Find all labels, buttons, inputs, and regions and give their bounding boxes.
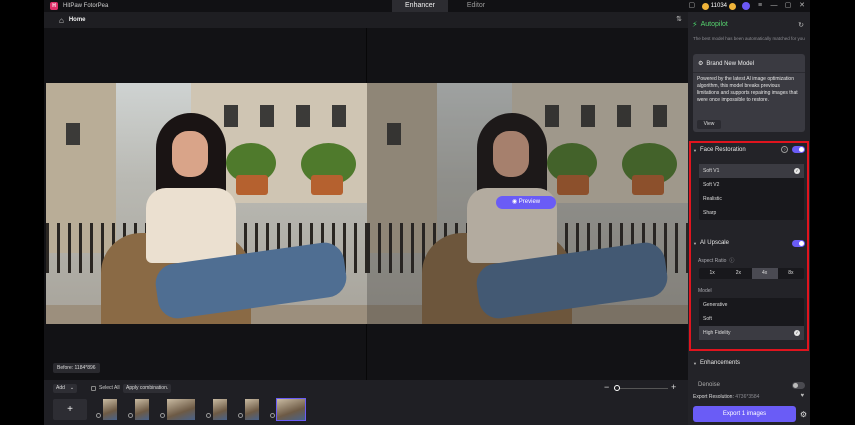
zoom-in-button[interactable]: + [671,383,676,392]
denoise-row: Denoise [698,382,720,388]
thumbnail[interactable] [206,399,227,420]
model-card-title: Brand New Model [706,60,755,67]
thumbnail-checkbox[interactable] [96,413,101,418]
zoom-control: − + [604,383,678,394]
home-label[interactable]: Home [69,17,86,23]
enhancements-header[interactable]: ▼ Enhancements [693,360,740,366]
before-image [46,83,367,324]
refresh-icon[interactable]: ↻ [798,21,804,29]
home-icon[interactable]: ⌂ [59,16,64,25]
thumbnail-checkbox[interactable] [128,413,133,418]
thumbnail-image [213,399,227,420]
app-title: HitPaw FotorPea [63,3,109,9]
zoom-slider[interactable] [618,388,668,389]
before-resolution-badge: Before: 1184*896 [53,363,100,373]
maximize-icon[interactable]: ▢ [784,2,792,10]
add-image-tile[interactable]: + [53,399,87,420]
denoise-label: Denoise [698,382,721,388]
thumbnail-image [103,399,117,420]
screen-icon[interactable]: ▢ [688,2,696,10]
model-card-header: ⚙ Brand New Model [698,60,755,68]
new-model-card: ⚙ Brand New Model Powered by the latest … [693,54,805,132]
title-bar-actions: ▢ 11034 ≡ — ▢ ✕ [688,0,806,12]
denoise-toggle[interactable] [792,382,805,389]
preview-label: Preview [518,199,541,205]
close-icon[interactable]: ✕ [798,2,806,10]
app-logo: H [50,2,58,10]
mode-tabs: Enhancer Editor [392,0,504,12]
caret-down-icon: ▼ [693,360,697,366]
enhancements-title: Enhancements [699,360,740,366]
thumbnail[interactable] [96,399,117,420]
credits-value: 11034 [710,3,727,9]
thumbnail-image [276,398,306,421]
thumbnail-image [245,399,259,420]
thumbnail[interactable] [238,399,259,420]
zoom-slider-thumb[interactable] [614,385,620,391]
thumbnail-checkbox[interactable] [206,413,211,418]
tab-enhancer[interactable]: Enhancer [392,0,448,12]
thumbnail-checkbox[interactable] [160,413,165,418]
thumbnail-image [135,399,149,420]
heart-icon[interactable]: ♥ [800,393,804,399]
add-button[interactable]: Add ⌄ [53,384,78,393]
thumbnail-checkbox[interactable] [270,413,275,418]
thumbnail-strip: + [53,398,316,421]
select-all-label: Select All [99,385,120,391]
autopilot-description: The best model has been automatically ma… [693,36,805,41]
title-bar: H HitPaw FotorPea Enhancer Editor ▢ 1103… [44,0,810,12]
add-credits-icon[interactable] [729,2,736,10]
zoom-out-button[interactable]: − [604,383,609,392]
add-label: Add [56,385,65,391]
thumbnail[interactable] [160,399,195,420]
menu-icon[interactable]: ≡ [756,2,764,10]
image-canvas[interactable]: ◉ Preview Before: 1184*896 [44,28,688,380]
tab-editor[interactable]: Editor [448,0,504,12]
thumbnail-checkbox[interactable] [238,413,243,418]
settings-panel: ⚡ Autopilot ↻ The best model has been au… [688,12,810,425]
export-button[interactable]: Export 1 images [693,406,796,422]
eye-icon: ◉ [511,199,518,205]
thumbnail-selected[interactable] [270,398,306,421]
highlight-box [689,141,809,351]
coin-icon [701,2,709,10]
checkbox-icon [91,385,96,391]
user-avatar[interactable] [742,2,750,10]
bolt-icon: ⚡ [692,20,698,29]
gear-icon: ⚙ [698,61,704,67]
select-all-checkbox[interactable]: Select All [91,385,120,391]
export-resolution: Export Resolution: 4736*3584 [693,394,759,400]
autopilot-title: Autopilot [700,21,728,28]
credits-badge[interactable]: 11034 [701,2,736,10]
thumbnail-image [167,399,195,420]
divider [693,72,805,73]
app-window: H HitPaw FotorPea Enhancer Editor ▢ 1103… [44,0,810,425]
view-button[interactable]: View [697,120,721,129]
compare-icon[interactable]: ⇅ [676,15,682,23]
model-card-text: Powered by the latest AI image optimizat… [697,76,798,103]
chevron-down-icon[interactable]: ⌄ [70,384,74,393]
preview-button[interactable]: ◉ Preview [496,196,556,209]
thumbnail[interactable] [128,399,149,420]
apply-combination-button[interactable]: Apply combination. [123,384,172,393]
settings-gear-icon[interactable]: ⚙ [800,410,807,419]
home-bar: ⌂ Home ⇅ [44,12,688,28]
export-resolution-label: Export Resolution: [693,394,734,400]
minimize-icon[interactable]: — [770,2,778,10]
bottom-bar: Add ⌄ Select All Apply combination. − + … [44,380,688,425]
export-resolution-value: 4736*3584 [735,394,760,400]
autopilot-header: ⚡ Autopilot [692,20,728,29]
